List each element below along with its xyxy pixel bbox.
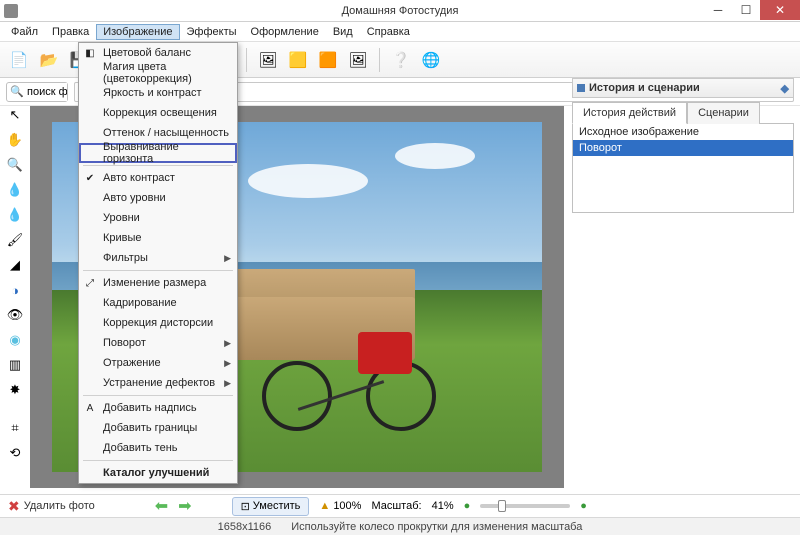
submenu-arrow-icon: ▶ bbox=[224, 253, 231, 264]
hand-tool[interactable]: ✋ bbox=[6, 131, 24, 149]
fit-icon: ⊡ bbox=[241, 500, 250, 513]
menu-item[interactable]: Добавить границы bbox=[79, 418, 237, 438]
menubar: ФайлПравкаИзображениеЭффектыОформлениеВи… bbox=[0, 22, 800, 42]
pointer-tool[interactable]: ↖ bbox=[6, 106, 24, 124]
submenu-arrow-icon: ▶ bbox=[224, 358, 231, 369]
next-button[interactable]: ➡ bbox=[178, 496, 191, 516]
circle-tool[interactable]: ◑ bbox=[6, 281, 24, 299]
menu-separator bbox=[83, 165, 233, 166]
help-button[interactable]: ❔ bbox=[388, 47, 414, 73]
blur-tool[interactable]: ◉ bbox=[6, 331, 24, 349]
history-panel: История и сценарии ◆ История действий Сц… bbox=[572, 78, 794, 213]
prev-button[interactable]: ⬅ bbox=[155, 496, 168, 516]
menu-item[interactable]: ◧Цветовой баланс bbox=[79, 43, 237, 63]
search-icon: 🔍 bbox=[7, 85, 27, 98]
tab-scenarios[interactable]: Сценарии bbox=[687, 102, 760, 124]
eye-tool[interactable]: 👁 bbox=[6, 306, 24, 324]
tab-history[interactable]: История действий bbox=[572, 102, 687, 124]
rotate-tool[interactable]: ⟲ bbox=[6, 444, 24, 462]
zoom-100-button[interactable]: ▲100% bbox=[319, 500, 361, 512]
stamp-tool[interactable]: ✸ bbox=[6, 381, 24, 399]
menu-правка[interactable]: Правка bbox=[45, 24, 96, 40]
menu-item[interactable]: ⤢Изменение размера bbox=[79, 273, 237, 293]
menu-item[interactable]: Отражение▶ bbox=[79, 353, 237, 373]
menu-separator bbox=[83, 460, 233, 461]
gradient-tool[interactable]: ▥ bbox=[6, 356, 24, 374]
frames2-button[interactable]: 🟨 bbox=[285, 47, 311, 73]
history-list[interactable]: Исходное изображение Поворот bbox=[572, 123, 794, 213]
left-toolbox: ↖ ✋ 🔍 💧 💧 🖌 ◢ ◑ 👁 ◉ ▥ ✸ ⌗ ⟲ bbox=[4, 106, 26, 462]
menu-item[interactable]: Выравнивание горизонта bbox=[79, 143, 237, 163]
menu-item[interactable]: Коррекция освещения bbox=[79, 103, 237, 123]
menu-item[interactable]: Уровни bbox=[79, 208, 237, 228]
frames-button[interactable]: 🖼 bbox=[255, 47, 281, 73]
scale-label: Масштаб: bbox=[371, 500, 421, 512]
delete-photo-button[interactable]: ✖ Удалить фото bbox=[8, 498, 95, 515]
submenu-arrow-icon: ▶ bbox=[224, 338, 231, 349]
statusbar: ✖ Удалить фото ⬅ ➡ ⊡ Уместить ▲100% Масш… bbox=[0, 494, 800, 534]
fit-button[interactable]: ⊡ Уместить bbox=[232, 497, 310, 516]
menu-item[interactable]: Добавить тень bbox=[79, 438, 237, 458]
app-icon bbox=[4, 4, 18, 18]
menu-item[interactable]: Поворот▶ bbox=[79, 333, 237, 353]
crop-tool[interactable]: ⌗ bbox=[6, 419, 24, 437]
titlebar: Домашняя Фотостудия ─ ☐ ✕ bbox=[0, 0, 800, 22]
web-button[interactable]: 🌐 bbox=[418, 47, 444, 73]
menu-item[interactable]: Магия цвета (цветокоррекция) bbox=[79, 63, 237, 83]
open-button[interactable]: 📂 bbox=[36, 47, 62, 73]
menu-item[interactable]: Оттенок / насыщенность bbox=[79, 123, 237, 143]
menu-оформление[interactable]: Оформление bbox=[244, 24, 326, 40]
frames3-button[interactable]: 🟧 bbox=[315, 47, 341, 73]
image-menu-dropdown: ◧Цветовой балансМагия цвета (цветокоррек… bbox=[78, 42, 238, 484]
dimensions-label: 1658x1166 bbox=[218, 521, 272, 533]
drop2-tool[interactable]: 💧 bbox=[6, 206, 24, 224]
expand-icon[interactable]: ◆ bbox=[781, 82, 789, 95]
menu-item[interactable]: Коррекция дисторсии bbox=[79, 313, 237, 333]
menu-вид[interactable]: Вид bbox=[326, 24, 360, 40]
menu-item[interactable]: Кадрирование bbox=[79, 293, 237, 313]
zoom-slider[interactable] bbox=[480, 504, 570, 508]
menu-separator bbox=[83, 395, 233, 396]
zoom-in-button[interactable]: ● bbox=[580, 500, 587, 512]
close-button[interactable]: ✕ bbox=[760, 0, 800, 20]
menu-item[interactable]: Устранение дефектов▶ bbox=[79, 373, 237, 393]
hint-label: Используйте колесо прокрутки для изменен… bbox=[291, 521, 582, 533]
zoom-out-button[interactable]: ● bbox=[464, 500, 471, 512]
menu-файл[interactable]: Файл bbox=[4, 24, 45, 40]
menu-separator bbox=[83, 270, 233, 271]
separator bbox=[379, 48, 380, 72]
menu-item[interactable]: Каталог улучшений bbox=[79, 463, 237, 483]
separator bbox=[246, 48, 247, 72]
minimize-button[interactable]: ─ bbox=[704, 0, 732, 20]
panel-header[interactable]: История и сценарии ◆ bbox=[572, 78, 794, 98]
panel-icon bbox=[577, 84, 585, 92]
new-button[interactable]: 📄 bbox=[6, 47, 32, 73]
search-input[interactable] bbox=[27, 83, 67, 101]
album-button[interactable]: 🖼 bbox=[345, 47, 371, 73]
submenu-arrow-icon: ▶ bbox=[224, 378, 231, 389]
scale-value: 41% bbox=[432, 500, 454, 512]
brush-tool[interactable]: 🖌 bbox=[6, 231, 24, 249]
menu-item[interactable]: Яркость и контраст bbox=[79, 83, 237, 103]
menu-справка[interactable]: Справка bbox=[360, 24, 417, 40]
menu-эффекты[interactable]: Эффекты bbox=[180, 24, 244, 40]
history-item[interactable]: Исходное изображение bbox=[573, 124, 793, 140]
eraser-tool[interactable]: ◢ bbox=[6, 256, 24, 274]
menu-item[interactable]: ✔Авто контраст bbox=[79, 168, 237, 188]
history-item-selected[interactable]: Поворот bbox=[573, 140, 793, 156]
search-box[interactable]: 🔍 bbox=[6, 82, 68, 102]
menu-item[interactable]: Кривые bbox=[79, 228, 237, 248]
maximize-button[interactable]: ☐ bbox=[732, 0, 760, 20]
panel-title: История и сценарии bbox=[589, 82, 700, 94]
window-title: Домашняя Фотостудия bbox=[342, 5, 459, 17]
menu-item[interactable]: AДобавить надпись bbox=[79, 398, 237, 418]
panel-tabs: История действий Сценарии bbox=[572, 102, 794, 124]
zoom-tool[interactable]: 🔍 bbox=[6, 156, 24, 174]
menu-изображение[interactable]: Изображение bbox=[96, 24, 179, 40]
menu-item[interactable]: Авто уровни bbox=[79, 188, 237, 208]
delete-icon: ✖ bbox=[8, 498, 20, 515]
drop-tool[interactable]: 💧 bbox=[6, 181, 24, 199]
menu-item[interactable]: Фильтры▶ bbox=[79, 248, 237, 268]
